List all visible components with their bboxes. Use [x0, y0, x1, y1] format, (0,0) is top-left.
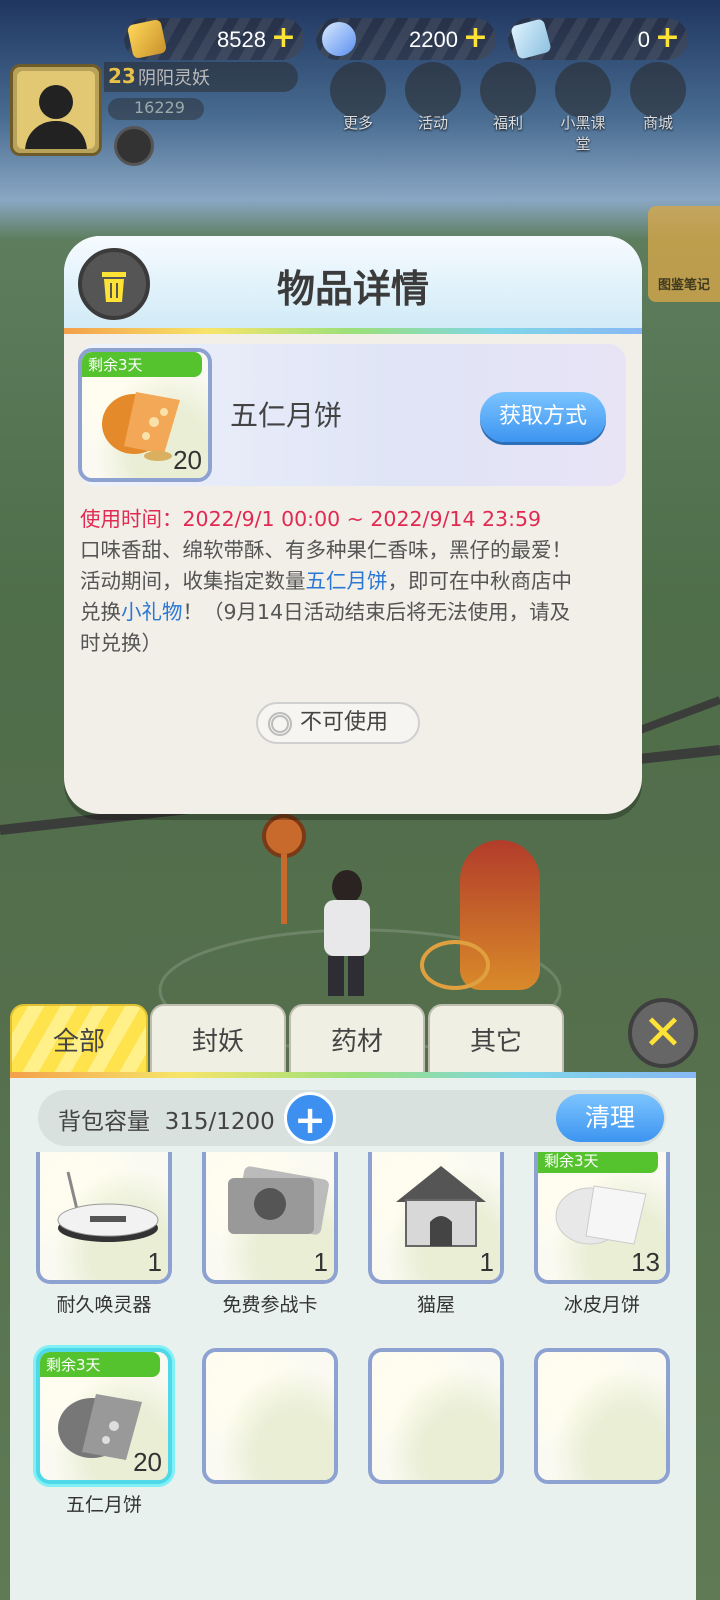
item-count: 1 [147, 1247, 162, 1277]
item-count: 13 [631, 1247, 660, 1277]
battle-card-icon [228, 1166, 329, 1235]
desc-line-2a: 活动期间，收集指定数量 [80, 569, 306, 593]
diamond-currency: 2200 + [316, 18, 496, 60]
item-name: 冰皮月饼 [563, 1294, 640, 1316]
player-name: 阴阳灵妖 [138, 68, 210, 89]
capacity-value: 315/1200 [164, 1109, 275, 1135]
bag-panel: 背包容量 315/1200 + 清理 1 耐久唤灵器 1 免费参战卡 1 猫屋 … [10, 1072, 696, 1600]
map-pin [258, 814, 310, 924]
remaining-days-tag: 剩余3天 [82, 352, 202, 377]
tab-seal[interactable]: 封妖 [150, 1004, 286, 1076]
desc-line-3a: 兑换 [80, 600, 121, 624]
item-count: 1 [313, 1247, 328, 1277]
capacity-bar: 背包容量 315/1200 + 清理 [38, 1090, 666, 1146]
bag-slot-1[interactable]: 1 [36, 1152, 172, 1284]
gold-plus-button[interactable]: + [271, 22, 296, 54]
item-name: 五仁月饼 [230, 399, 343, 432]
ticket-value: 0 [637, 27, 650, 52]
item-name: 猫屋 [416, 1294, 455, 1316]
player-level: 23 [108, 64, 136, 88]
player-character [316, 870, 376, 1000]
diamond-value: 2200 [409, 27, 458, 52]
gold-currency: 8528 + [124, 18, 304, 60]
desc-line-3b: ！（9月14日活动结束后将无法使用，请及 [182, 600, 571, 624]
bag-slot-empty[interactable] [202, 1348, 338, 1484]
shop-icon [630, 62, 686, 118]
item-name: 免费参战卡 [222, 1294, 318, 1316]
cat-face-icon [555, 62, 611, 118]
item-count: 1 [479, 1247, 494, 1277]
use-time-value: 2022/9/1 00:00 ~ 2022/9/14 23:59 [182, 507, 542, 531]
compass-icon[interactable] [114, 126, 154, 166]
tab-other[interactable]: 其它 [428, 1004, 564, 1076]
unusable-button[interactable]: 不可使用 [256, 702, 420, 744]
item-count: 20 [173, 445, 202, 475]
use-time-label: 使用时间： [80, 507, 183, 531]
unusable-label: 不可使用 [300, 710, 389, 735]
expand-capacity-button[interactable]: + [284, 1092, 336, 1144]
monster-character [420, 820, 560, 1000]
avatar[interactable] [10, 64, 102, 156]
item-detail-dialog: 物品详情 剩余3天 20 五仁月饼 获取方式 使用时间：2022/9/1 00:… [64, 236, 642, 814]
cat-house-icon [396, 1166, 486, 1247]
header-divider [64, 328, 642, 334]
menu-more[interactable]: 更多 [330, 62, 386, 133]
gift-icon [405, 62, 461, 118]
ticket-plus-button[interactable]: + [655, 22, 680, 54]
player-power: 16229 [134, 98, 185, 117]
bag-slot-3[interactable]: 1 [368, 1152, 504, 1284]
item-name: 耐久唤灵器 [56, 1294, 152, 1316]
item-name: 五仁月饼 [65, 1494, 142, 1516]
menu-activity[interactable]: 活动 [405, 62, 461, 133]
gift-link[interactable]: 小礼物 [121, 600, 183, 624]
menu-shop[interactable]: 商城 [630, 62, 686, 133]
remaining-days-tag: 剩余3天 [40, 1352, 160, 1377]
item-slot: 剩余3天 20 [78, 348, 212, 482]
tab-all[interactable]: 全部 [10, 1004, 148, 1076]
get-method-button[interactable]: 获取方式 [480, 392, 606, 442]
tab-herbs[interactable]: 药材 [289, 1004, 425, 1076]
bag-slot-4[interactable]: 剩余3天 13 [534, 1152, 670, 1284]
star-box-icon [480, 62, 536, 118]
menu-welfare[interactable]: 福利 [480, 62, 536, 133]
item-description: 使用时间：2022/9/1 00:00 ~ 2022/9/14 23:59 口味… [80, 504, 628, 659]
bag-slot-5-selected[interactable]: 剩余3天 20 [36, 1348, 172, 1484]
side-label: 图鉴笔记 [657, 278, 710, 293]
ticket-currency: 0 + [508, 18, 688, 60]
clean-button[interactable]: 清理 [556, 1094, 664, 1142]
side-notebook-button[interactable]: 图鉴笔记 [648, 206, 720, 302]
dialog-title: 物品详情 [276, 267, 429, 311]
desc-line-4: 时兑换） [80, 631, 162, 655]
bag-slot-empty[interactable] [368, 1348, 504, 1484]
bag-slot-empty[interactable] [534, 1348, 670, 1484]
diamond-icon [322, 22, 356, 56]
desc-line-1: 口味香甜、绵软带酥、有多种果仁香味，黑仔的最爱！ [80, 538, 572, 562]
mooncake-link[interactable]: 五仁月饼 [306, 569, 388, 593]
gold-value: 8528 [217, 27, 266, 52]
remaining-days-tag: 剩余3天 [538, 1152, 658, 1173]
desc-line-2b: ，即可在中秋商店中 [387, 569, 573, 593]
ticket-icon [510, 18, 552, 60]
disabled-icon [268, 712, 292, 736]
summoner-device-icon [57, 1171, 159, 1242]
grid-icon [330, 62, 386, 118]
capacity-label: 背包容量 315/1200 [58, 1109, 275, 1135]
close-button[interactable]: ✕ [628, 998, 698, 1068]
bag-slot-2[interactable]: 1 [202, 1152, 338, 1284]
gold-ingot-icon [126, 18, 168, 60]
bag-divider [10, 1072, 696, 1078]
diamond-plus-button[interactable]: + [463, 22, 488, 54]
item-count: 20 [133, 1447, 162, 1477]
menu-classroom[interactable]: 小黑课堂 [555, 62, 611, 154]
